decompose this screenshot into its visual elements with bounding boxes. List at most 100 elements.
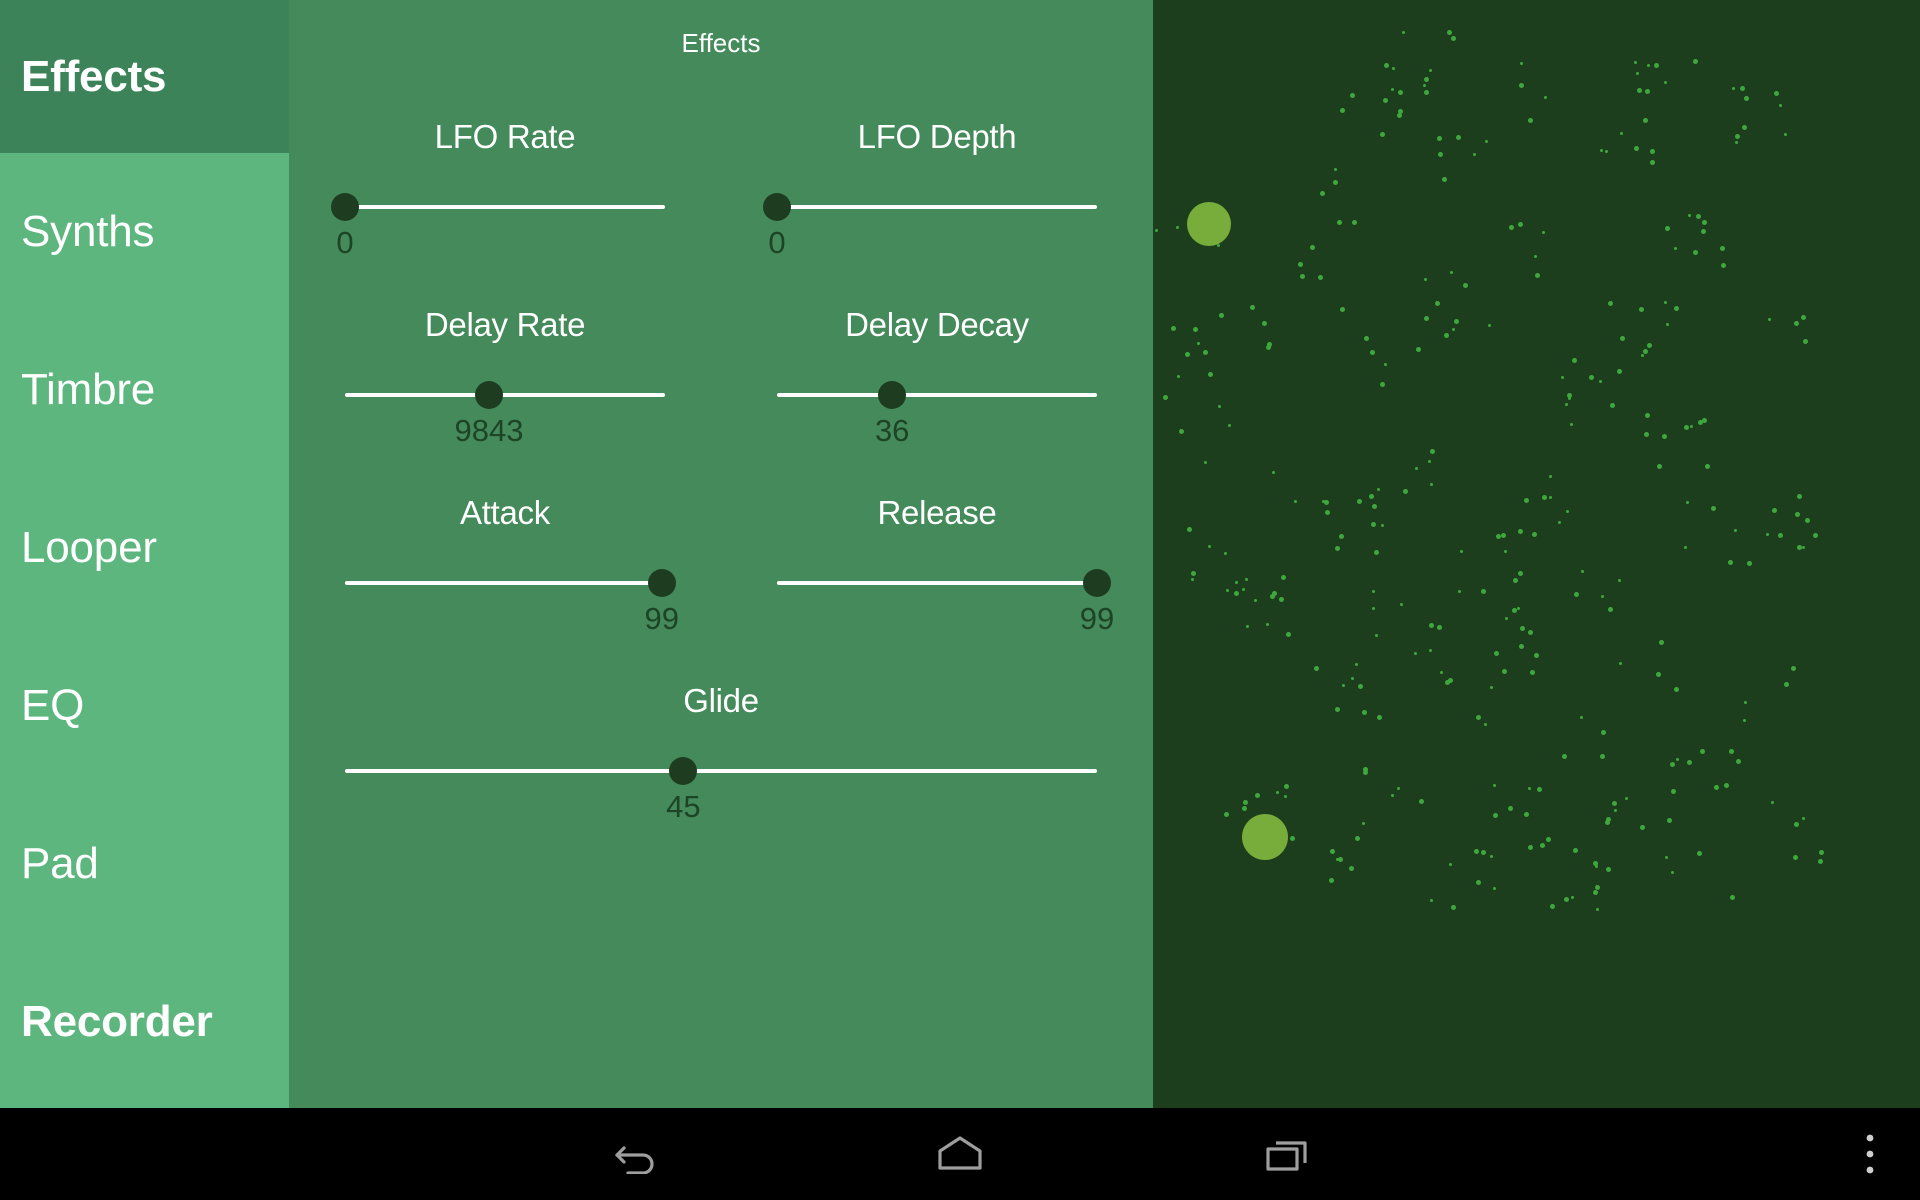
slider-row: LFO Rate 0 LFO Depth 0 (289, 112, 1153, 300)
viz-dot (1246, 624, 1250, 628)
viz-dot (1463, 282, 1468, 288)
viz-dot (1819, 849, 1824, 855)
slider-thumb[interactable] (669, 757, 698, 785)
viz-dot (1501, 668, 1507, 674)
viz-dot (1570, 423, 1574, 427)
slider-thumb[interactable] (878, 381, 907, 409)
viz-dot (1357, 499, 1363, 505)
viz-dot (1250, 304, 1256, 310)
viz-dot (1457, 589, 1461, 593)
viz-dot (1504, 549, 1508, 553)
viz-dot (1650, 159, 1656, 165)
viz-dot (1492, 812, 1498, 818)
viz-dot (1224, 551, 1227, 555)
home-icon[interactable] (900, 1108, 1020, 1200)
slider-control[interactable] (777, 375, 1097, 415)
viz-dot (1177, 374, 1181, 378)
viz-dot (1690, 425, 1694, 429)
viz-dot (1653, 62, 1659, 68)
viz-dot (1324, 510, 1330, 515)
viz-dot (1362, 766, 1368, 772)
viz-dot (1643, 348, 1649, 354)
viz-dot (1372, 607, 1375, 611)
viz-dot (1430, 483, 1433, 487)
slider-label: Glide (683, 682, 759, 719)
viz-dot (1476, 714, 1482, 720)
viz-dot (1517, 529, 1523, 535)
viz-dot (1483, 722, 1487, 726)
viz-dot (1610, 402, 1616, 408)
slider-thumb[interactable] (1083, 569, 1111, 597)
slider-track (345, 769, 1097, 773)
slider-control[interactable] (345, 563, 676, 603)
sidebar-item-recorder[interactable]: Recorder (0, 943, 289, 1101)
viz-dot (1593, 890, 1599, 896)
recent-apps-icon[interactable] (1228, 1108, 1348, 1200)
viz-dot (1683, 425, 1689, 430)
slider-thumb[interactable] (331, 193, 359, 221)
viz-dot (1351, 676, 1355, 680)
viz-dot (1328, 878, 1334, 884)
sidebar-item-eq[interactable]: EQ (0, 627, 289, 785)
slider-control[interactable] (763, 187, 1097, 227)
slider-track (777, 393, 1097, 397)
slider-control[interactable] (345, 375, 665, 415)
viz-dot (1474, 848, 1480, 854)
viz-dot (1204, 461, 1208, 465)
viz-dot (1190, 570, 1196, 576)
viz-dot (1643, 432, 1649, 438)
viz-dot (1493, 650, 1499, 656)
viz-dot (1535, 272, 1541, 278)
viz-dot (1481, 849, 1487, 855)
sidebar-header-effects[interactable]: Effects (0, 0, 289, 153)
viz-dot (1697, 420, 1703, 425)
viz-dot (1796, 544, 1802, 550)
slider-control[interactable] (331, 187, 665, 227)
visualizer-canvas[interactable] (1153, 0, 1920, 1108)
viz-dot (1440, 670, 1444, 674)
overflow-menu-icon[interactable] (1840, 1108, 1900, 1200)
viz-dot (1571, 896, 1575, 900)
slider-value: 0 (336, 225, 354, 260)
viz-dot (1670, 870, 1674, 874)
sidebar-item-synths[interactable]: Synths (0, 153, 289, 311)
viz-dot (1608, 300, 1614, 306)
viz-dot (1358, 683, 1364, 689)
viz-dot (1700, 749, 1706, 755)
slider-thumb[interactable] (763, 193, 791, 221)
viz-dot (1743, 701, 1747, 704)
viz-dot (1674, 306, 1680, 312)
viz-dot (1530, 670, 1536, 676)
sidebar-item-timbre[interactable]: Timbre (0, 311, 289, 469)
viz-dot (1176, 225, 1180, 229)
slider-thumb[interactable] (475, 381, 503, 409)
slider-attack: Attack 99 (289, 488, 721, 676)
viz-dot (1402, 30, 1406, 34)
viz-dot (1339, 307, 1345, 313)
slider-track (777, 581, 1097, 585)
sidebar-item-pad[interactable]: Pad (0, 785, 289, 943)
back-icon[interactable] (578, 1108, 698, 1200)
viz-dot (1519, 82, 1525, 88)
slider-value: 45 (666, 789, 701, 824)
viz-dot (1524, 498, 1529, 504)
viz-dot (1640, 354, 1644, 358)
slider-control[interactable] (777, 563, 1111, 603)
viz-dot (1802, 546, 1806, 550)
viz-dot (1701, 219, 1707, 225)
viz-dot (1184, 351, 1190, 357)
viz-dot (1740, 85, 1746, 91)
viz-dot (1662, 433, 1667, 439)
viz-dot (1803, 338, 1809, 344)
viz-dot (1710, 505, 1716, 511)
viz-dot (1596, 908, 1600, 911)
slider-thumb[interactable] (647, 569, 676, 597)
viz-dot (1600, 753, 1605, 759)
viz-dot (1318, 275, 1324, 281)
viz-dot (1219, 312, 1225, 318)
viz-dot (1665, 322, 1669, 326)
sidebar-item-looper[interactable]: Looper (0, 469, 289, 627)
slider-track (345, 393, 665, 397)
slider-control[interactable] (345, 751, 1097, 791)
viz-dot (1607, 607, 1613, 613)
